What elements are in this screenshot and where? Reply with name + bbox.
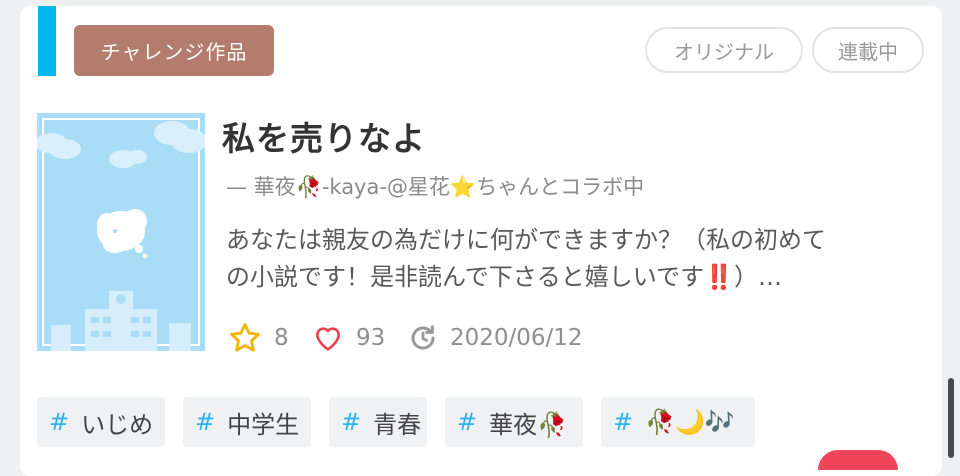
tag-kaya[interactable]: # 華夜🥀 <box>445 397 583 447</box>
summary-line-2-text: の小説です！是非読んで下さると嬉しいです <box>226 263 705 291</box>
star-outline-icon <box>230 323 260 352</box>
summary-line-2-end: ）… <box>733 263 782 291</box>
scrollbar[interactable] <box>948 378 954 458</box>
star-count-value: 8 <box>274 325 289 351</box>
tag-label: いじめ <box>81 410 154 439</box>
hashtag-icon: # <box>195 408 216 436</box>
serializing-pill[interactable]: 連載中 <box>812 27 924 73</box>
refresh-clock-icon <box>411 325 435 350</box>
tag-middle-schooler[interactable]: # 中学生 <box>183 397 311 447</box>
updated-date: 2020/06/12 <box>408 318 583 358</box>
cover-image[interactable] <box>37 113 205 351</box>
hashtag-icon: # <box>613 408 634 436</box>
summary-line-1: あなたは親友の為だけに何ができますか？（私の初めて <box>226 226 826 254</box>
floating-action-button[interactable] <box>818 450 898 470</box>
tag-youth[interactable]: # 青春 <box>329 397 427 447</box>
accent-bar <box>38 6 56 76</box>
heart-outline-icon <box>316 327 340 351</box>
tag-bullying[interactable]: # いじめ <box>37 397 165 447</box>
tag-label: 華夜🥀 <box>489 410 567 439</box>
hashtag-icon: # <box>457 408 478 436</box>
story-title[interactable]: 私を売りなよ <box>222 112 426 160</box>
challenge-badge: チャレンジ作品 <box>74 25 274 76</box>
like-count[interactable]: 93 <box>312 318 385 358</box>
hashtag-icon: # <box>49 408 70 436</box>
cloud-school-illustration <box>37 113 205 351</box>
like-count-value: 93 <box>356 325 386 351</box>
tag-label: 🥀🌙🎶 <box>645 408 735 436</box>
tag-emoji[interactable]: # 🥀🌙🎶 <box>601 397 755 447</box>
author-line[interactable]: — 華夜🥀-kaya-@星花⭐ちゃんとコラボ中 <box>226 171 644 201</box>
story-summary[interactable]: あなたは親友の為だけに何ができますか？（私の初めて の小説です！是非読んで下さる… <box>226 222 926 296</box>
tag-label: 青春 <box>373 410 422 439</box>
updated-date-value: 2020/06/12 <box>450 325 583 351</box>
summary-line-2: の小説です！是非読んで下さると嬉しいです‼️）… <box>226 259 926 296</box>
star-count[interactable]: 8 <box>228 318 289 358</box>
double-exclamation-mark: ‼️ <box>704 263 734 291</box>
tag-label: 中学生 <box>227 410 300 439</box>
original-pill[interactable]: オリジナル <box>645 27 803 73</box>
hashtag-icon: # <box>341 408 362 436</box>
